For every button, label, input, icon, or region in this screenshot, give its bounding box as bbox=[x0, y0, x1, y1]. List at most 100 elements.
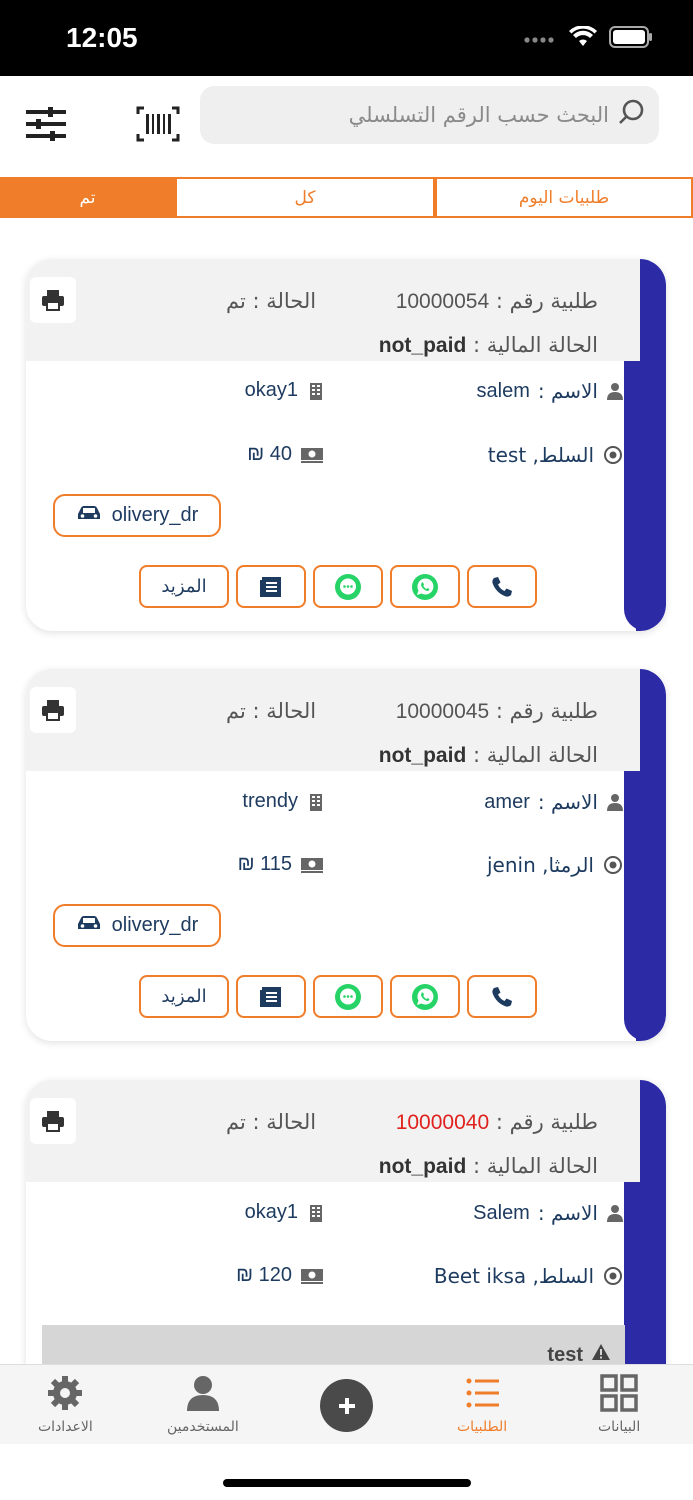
name-value: amer bbox=[484, 790, 530, 813]
driver-button[interactable]: olivery_dr bbox=[53, 904, 221, 947]
print-button[interactable] bbox=[30, 1098, 76, 1144]
notes-button[interactable] bbox=[236, 565, 306, 608]
barcode-scan-button[interactable] bbox=[136, 106, 180, 142]
financial-label: الحالة المالية : bbox=[466, 743, 598, 767]
tab-today-orders[interactable]: طلبيات اليوم bbox=[435, 177, 693, 218]
wifi-icon bbox=[569, 25, 597, 52]
driver-name: olivery_dr bbox=[111, 914, 199, 936]
price-value: 115 ₪ bbox=[237, 853, 292, 875]
location-value: السلط, Beet iksa bbox=[433, 1264, 594, 1288]
financial-status-line: الحالة المالية : not_paid bbox=[379, 333, 598, 358]
card-header: طلبية رقم : 10000045 الحالة : تم الحالة … bbox=[26, 669, 640, 771]
action-buttons: المزيد bbox=[139, 975, 537, 1018]
order-number: 10000040 bbox=[395, 1111, 490, 1134]
store-value: okay1 bbox=[244, 379, 298, 401]
order-label: طلبية رقم : bbox=[489, 699, 598, 723]
nav-orders-label: الطلبيات bbox=[457, 1419, 508, 1435]
nav-settings[interactable]: الاعدادات bbox=[38, 1373, 93, 1435]
chat-bubble-icon bbox=[335, 573, 361, 600]
price-value: 40 ₪ bbox=[247, 443, 292, 465]
cash-icon bbox=[300, 1267, 324, 1285]
order-number-line: طلبية رقم : 10000045 bbox=[396, 699, 598, 724]
nav-users-label: المستخدمين bbox=[167, 1419, 239, 1435]
barcode-icon bbox=[136, 106, 180, 142]
building-icon bbox=[306, 793, 324, 811]
search-icon bbox=[617, 98, 647, 132]
order-status: الحالة : تم bbox=[226, 699, 317, 723]
more-button[interactable]: المزيد bbox=[139, 565, 229, 608]
printer-icon bbox=[42, 1111, 64, 1132]
notes-button[interactable] bbox=[236, 975, 306, 1018]
price-value: 120 ₪ bbox=[236, 1264, 292, 1286]
order-number-line: طلبية رقم : 10000054 bbox=[396, 289, 598, 314]
nav-data-label: البيانات bbox=[598, 1419, 641, 1435]
nav-data[interactable]: البيانات bbox=[598, 1373, 640, 1435]
store-value: trendy bbox=[242, 790, 298, 812]
store-value: okay1 bbox=[244, 1201, 298, 1223]
sms-button[interactable] bbox=[313, 975, 383, 1018]
order-status: الحالة : تم bbox=[226, 289, 317, 313]
car-icon bbox=[76, 914, 102, 937]
cash-icon bbox=[300, 446, 324, 464]
order-card[interactable]: طلبية رقم : 10000045 الحالة : تم الحالة … bbox=[26, 669, 666, 1041]
location-target-icon bbox=[602, 444, 624, 466]
add-order-button[interactable] bbox=[320, 1379, 373, 1432]
card-stripe bbox=[624, 259, 666, 631]
person-icon bbox=[606, 1204, 624, 1222]
location: السلط, Beet iksa bbox=[434, 1264, 624, 1288]
tab-all[interactable]: كل bbox=[175, 177, 435, 218]
action-buttons: المزيد bbox=[139, 565, 537, 608]
order-number: 10000054 bbox=[395, 290, 490, 313]
financial-status: not_paid bbox=[378, 334, 467, 357]
store-name: trendy bbox=[242, 790, 324, 813]
location-value: السلط, test bbox=[487, 443, 594, 467]
user-icon bbox=[186, 1376, 219, 1411]
dashboard-grid-icon bbox=[600, 1374, 638, 1412]
phone-icon bbox=[492, 986, 512, 1007]
price: 40 ₪ bbox=[247, 443, 324, 466]
building-icon bbox=[306, 1204, 324, 1222]
driver-button[interactable]: olivery_dr bbox=[53, 494, 221, 537]
location: السلط, test bbox=[488, 443, 624, 467]
printer-icon bbox=[42, 290, 64, 311]
car-icon bbox=[76, 504, 102, 527]
price: 115 ₪ bbox=[238, 853, 324, 876]
sliders-icon bbox=[26, 107, 66, 141]
signal-icon bbox=[523, 30, 557, 49]
location: الرمثا, jenin bbox=[487, 853, 624, 877]
cash-icon bbox=[300, 856, 324, 874]
card-header: طلبية رقم : 10000054 الحالة : تم الحالة … bbox=[26, 259, 640, 361]
sms-button[interactable] bbox=[313, 565, 383, 608]
location-value: الرمثا, jenin bbox=[486, 853, 594, 877]
order-card[interactable]: طلبية رقم : 10000054 الحالة : تم الحالة … bbox=[26, 259, 666, 631]
document-list-icon bbox=[260, 576, 281, 597]
call-button[interactable] bbox=[467, 975, 537, 1018]
tab-done[interactable]: تم bbox=[0, 177, 175, 218]
person-icon bbox=[606, 382, 624, 400]
home-indicator[interactable] bbox=[223, 1479, 471, 1487]
whatsapp-button[interactable] bbox=[390, 975, 460, 1018]
nav-orders[interactable]: الطلبيات bbox=[457, 1373, 507, 1435]
status-time: 12:05 bbox=[66, 22, 138, 53]
search-input[interactable] bbox=[229, 103, 609, 127]
nav-settings-label: الاعدادات bbox=[38, 1419, 93, 1435]
call-button[interactable] bbox=[467, 565, 537, 608]
customer-name: الاسم : Salem bbox=[473, 1201, 624, 1225]
whatsapp-button[interactable] bbox=[390, 565, 460, 608]
nav-users[interactable]: المستخدمين bbox=[167, 1373, 239, 1435]
person-icon bbox=[606, 793, 624, 811]
name-label: الاسم : bbox=[537, 1201, 598, 1225]
print-button[interactable] bbox=[30, 687, 76, 733]
name-value: Salem bbox=[473, 1201, 530, 1224]
more-button[interactable]: المزيد bbox=[139, 975, 229, 1018]
price: 120 ₪ bbox=[236, 1264, 324, 1287]
financial-status-line: الحالة المالية : not_paid bbox=[379, 1154, 598, 1179]
status-icons bbox=[523, 25, 653, 52]
status-bar: 12:05 bbox=[0, 0, 693, 76]
filter-menu-button[interactable] bbox=[24, 104, 68, 144]
search-box[interactable] bbox=[200, 86, 659, 144]
print-button[interactable] bbox=[30, 277, 76, 323]
plus-icon bbox=[338, 1397, 355, 1414]
document-list-icon bbox=[260, 986, 281, 1007]
building-icon bbox=[306, 382, 324, 400]
